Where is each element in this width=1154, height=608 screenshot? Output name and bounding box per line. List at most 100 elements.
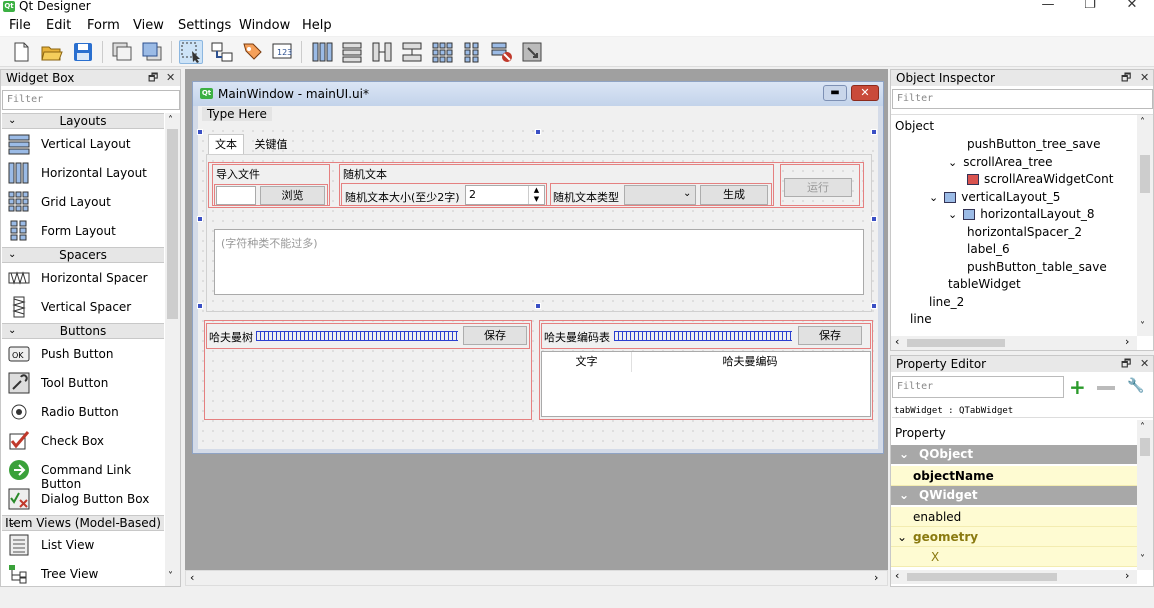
object-tree-row[interactable]: line [910, 312, 932, 326]
menu-view[interactable]: View [133, 18, 164, 33]
float-icon[interactable]: 🗗 [148, 70, 158, 86]
scrollbar-thumb[interactable] [907, 339, 1005, 347]
widget-vertical-spacer[interactable]: Vertical Spacer [2, 293, 164, 321]
scroll-left-icon[interactable]: ‹ [895, 569, 899, 582]
widget-filter-input[interactable]: Filter [2, 90, 180, 110]
object-tree-row[interactable]: ⌄ verticalLayout_5 [929, 190, 1060, 204]
widget-check-box[interactable]: Check Box [2, 427, 164, 455]
send-back-icon[interactable] [140, 40, 164, 64]
remove-property-icon[interactable] [1097, 386, 1115, 390]
object-tree-row[interactable]: tableWidget [948, 277, 1021, 291]
new-file-icon[interactable] [9, 40, 33, 64]
property-scrollbar[interactable]: ˄ ˅ [1137, 420, 1153, 570]
mdi-horizontal-scrollbar[interactable]: ‹ › [185, 570, 888, 586]
table-header-code[interactable]: 哈夫曼编码 [632, 352, 868, 372]
edit-tab-order-icon[interactable]: 123 [270, 40, 294, 64]
widget-tool-button[interactable]: Tool Button [2, 369, 164, 397]
scroll-up-icon[interactable]: ˄ [168, 115, 173, 126]
menu-form[interactable]: Form [87, 18, 120, 33]
spin-arrows-icon[interactable]: ▲ ▼ [528, 186, 544, 204]
selection-handle[interactable] [871, 216, 877, 222]
object-tree-row[interactable]: line_2 [929, 295, 964, 309]
selection-handle[interactable] [197, 129, 203, 135]
close-icon[interactable]: ✕ [166, 70, 175, 86]
menu-edit[interactable]: Edit [46, 18, 71, 33]
scrollbar-thumb[interactable] [167, 129, 178, 319]
tab-keyvalue[interactable]: 关键值 [246, 136, 296, 154]
selection-handle[interactable] [871, 303, 877, 309]
property-h-scrollbar[interactable]: ‹ › [891, 569, 1137, 584]
close-icon[interactable]: ✕ [1140, 356, 1149, 372]
save-icon[interactable] [71, 40, 95, 64]
property-row[interactable]: enabled [891, 507, 1137, 527]
widget-vertical-layout[interactable]: Vertical Layout [2, 130, 164, 158]
layout-h-splitter-icon[interactable] [370, 40, 394, 64]
layout-form-icon[interactable] [460, 40, 484, 64]
category-spacers[interactable]: ⌄ Spacers [2, 247, 164, 263]
object-tree-row[interactable]: ⌄ horizontalLayout_8 [948, 207, 1095, 221]
category-buttons[interactable]: ⌄ Buttons [2, 323, 164, 339]
float-icon[interactable]: 🗗 [1121, 356, 1131, 372]
scroll-left-icon[interactable]: ‹ [190, 571, 194, 584]
menu-file[interactable]: File [9, 18, 31, 33]
property-table[interactable]: Property ⌄ QObject objectName ⌄ QWidget enabl… [891, 420, 1137, 570]
scroll-right-icon[interactable]: › [1125, 569, 1129, 582]
property-category[interactable]: ⌄ QWidget [891, 486, 1137, 505]
run-button[interactable]: 运行 [784, 178, 852, 197]
widget-box-scrollbar[interactable]: ˄ ˅ [165, 113, 180, 586]
object-tree-row[interactable]: label_6 [967, 242, 1010, 256]
minimize-icon[interactable]: ▬ [823, 85, 847, 101]
selection-handle[interactable] [535, 129, 541, 135]
adjust-size-icon[interactable] [520, 40, 544, 64]
bring-front-icon[interactable] [110, 40, 134, 64]
scroll-down-icon[interactable]: ˅ [168, 571, 173, 582]
property-filter-input[interactable]: Filter [892, 376, 1064, 398]
selection-handle[interactable] [535, 303, 541, 309]
random-size-spinbox[interactable]: 2 ▲ ▼ [465, 185, 545, 205]
selection-handle[interactable] [197, 303, 203, 309]
browse-button[interactable]: 浏览 [260, 186, 325, 205]
property-category[interactable]: ⌄ QObject [891, 445, 1137, 464]
object-tree-scrollbar[interactable]: ˄ ˅ [1137, 115, 1153, 336]
tab-text[interactable]: 文本 [208, 134, 244, 154]
layout-horizontal-icon[interactable] [310, 40, 334, 64]
widget-horizontal-layout[interactable]: Horizontal Layout [2, 159, 164, 187]
object-tree-row[interactable]: scrollAreaWidgetCont [967, 172, 1113, 186]
chevron-down-icon[interactable]: ⌄ [948, 208, 957, 221]
text-edit[interactable]: (字符种类不能过多) [214, 229, 864, 295]
chevron-down-icon[interactable]: ⌄ [948, 156, 957, 169]
object-tree-h-scrollbar[interactable]: ‹ › [891, 335, 1137, 350]
selection-handle[interactable] [871, 129, 877, 135]
edit-widgets-icon[interactable] [179, 40, 203, 64]
chevron-down-icon[interactable]: ⌄ [899, 486, 909, 505]
widget-horizontal-spacer[interactable]: Horizontal Spacer [2, 264, 164, 292]
chevron-down-icon[interactable]: ⌄ [897, 527, 907, 547]
property-row[interactable]: objectName [891, 466, 1137, 486]
generate-button[interactable]: 生成 [700, 185, 768, 205]
category-item-views[interactable]: ⌄ Item Views (Model-Based) [2, 515, 164, 531]
widget-dialog-button-box[interactable]: Dialog Button Box [2, 485, 164, 513]
selection-handle[interactable] [197, 216, 203, 222]
float-icon[interactable]: 🗗 [1121, 70, 1131, 86]
huffman-table[interactable]: 文字 哈夫曼编码 [541, 351, 871, 417]
object-filter-input[interactable]: Filter [892, 89, 1153, 109]
menu-settings[interactable]: Settings [178, 18, 231, 33]
scroll-right-icon[interactable]: › [874, 571, 878, 584]
property-row[interactable]: X [891, 547, 1137, 567]
edit-buddies-icon[interactable] [240, 40, 264, 64]
open-folder-icon[interactable] [40, 40, 64, 64]
object-tree-row[interactable]: pushButton_table_save [967, 260, 1107, 274]
category-layouts[interactable]: ⌄ Layouts [2, 113, 164, 129]
scrollbar-thumb[interactable] [1140, 155, 1150, 193]
menu-help[interactable]: Help [302, 18, 332, 33]
layout-grid-icon[interactable] [430, 40, 454, 64]
file-path-input[interactable] [216, 186, 256, 205]
menu-window[interactable]: Window [239, 18, 290, 33]
object-tree-row[interactable]: pushButton_tree_save [967, 137, 1101, 151]
layout-vertical-icon[interactable] [340, 40, 364, 64]
scroll-down-icon[interactable]: ˅ [1140, 554, 1145, 565]
table-save-button[interactable]: 保存 [798, 326, 862, 345]
scroll-up-icon[interactable]: ˄ [1140, 422, 1145, 433]
table-header-char[interactable]: 文字 [542, 352, 632, 372]
chevron-down-icon[interactable]: ⌄ [929, 191, 938, 204]
